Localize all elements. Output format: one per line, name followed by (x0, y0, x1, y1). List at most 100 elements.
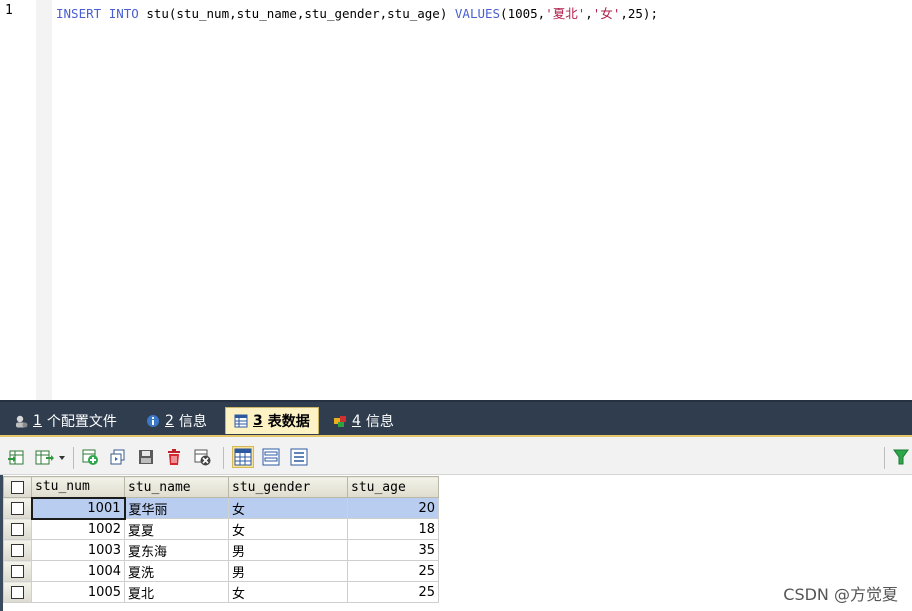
cell-stu-num[interactable]: 1002 (31, 518, 125, 540)
cell-stu-age[interactable]: 25 (347, 560, 439, 582)
tab-table-data-label: 表数据 (267, 414, 310, 430)
tab-messages[interactable]: 2 信息 (138, 407, 215, 434)
duplicate-row-icon (110, 449, 125, 465)
sql-code-line[interactable]: INSERT INTO stu(stu_num,stu_name,stu_gen… (56, 3, 658, 22)
cell-stu-name[interactable]: 夏洗 (124, 560, 229, 582)
sql-comma: , (585, 6, 593, 21)
cell-stu-num[interactable]: 1001 (30, 496, 126, 520)
keyword-insert: INSERT (56, 6, 102, 21)
table-row[interactable]: 1001 夏华丽 女 20 (3, 496, 439, 520)
cell-stu-age[interactable]: 20 (347, 497, 439, 519)
export-button[interactable] (5, 446, 27, 468)
row-checkbox[interactable] (3, 581, 32, 603)
filter-icon (893, 449, 909, 465)
sql-values-close: ,25); (620, 6, 658, 21)
save-button[interactable] (135, 446, 157, 468)
column-header-stu-gender[interactable]: stu_gender (228, 476, 348, 498)
sql-target: stu(stu_num,stu_name,stu_gender,stu_age) (146, 6, 448, 21)
cell-stu-name[interactable]: 夏北 (124, 581, 229, 603)
keyword-into: INTO (108, 6, 139, 21)
row-checkbox[interactable] (3, 518, 32, 540)
table-row[interactable]: 1003 夏东海 男 35 (3, 539, 439, 561)
tab-profile-number: 1 (33, 412, 42, 429)
text-view-button[interactable] (288, 446, 310, 468)
checkbox-icon (11, 480, 24, 494)
form-view-button[interactable] (260, 446, 282, 468)
tab-info-number: 4 (352, 412, 361, 429)
info-icon (147, 414, 159, 427)
checkbox-icon (11, 564, 24, 578)
table-row[interactable]: 1004 夏洗 男 25 (3, 560, 439, 582)
cell-stu-gender[interactable]: 女 (228, 518, 348, 540)
add-row-icon (82, 449, 98, 465)
tab-table-data[interactable]: 3 表数据 (225, 407, 319, 434)
duplicate-row-button[interactable] (107, 446, 129, 468)
grid-view-button[interactable] (232, 446, 254, 468)
cancel-changes-button[interactable] (191, 446, 213, 468)
cell-stu-num[interactable]: 1005 (31, 581, 125, 603)
sql-values-open: (1005, (500, 6, 546, 21)
info-colored-icon (334, 415, 346, 427)
column-header-stu-name[interactable]: stu_name (124, 476, 229, 498)
tab-profile-label: 个配置文件 (46, 413, 117, 430)
form-view-icon (262, 448, 280, 466)
toolbar-separator (884, 447, 885, 469)
tab-messages-label: 信息 (178, 413, 207, 430)
cell-stu-gender[interactable]: 男 (228, 539, 348, 561)
toolbar-separator (73, 447, 74, 469)
row-checkbox[interactable] (3, 539, 32, 561)
cell-stu-gender[interactable]: 女 (228, 497, 348, 519)
sql-string-gender: '女' (592, 6, 621, 21)
table-data-icon (234, 414, 248, 428)
tab-profile[interactable]: 1 个配置文件 (6, 407, 125, 434)
trash-icon (168, 449, 180, 465)
column-header-stu-age[interactable]: stu_age (347, 476, 439, 498)
toolbar-separator (223, 447, 224, 469)
keyword-values: VALUES (454, 6, 501, 21)
filter-button[interactable] (892, 446, 910, 468)
cancel-changes-icon (194, 449, 211, 466)
table-row[interactable]: 1002 夏夏 女 18 (3, 518, 439, 540)
checkbox-icon (11, 543, 24, 557)
delete-row-button[interactable] (163, 446, 185, 468)
import-icon (35, 450, 65, 465)
row-checkbox[interactable] (3, 560, 32, 582)
column-header-stu-num[interactable]: stu_num (31, 476, 125, 498)
watermark: CSDN @方觉夏 (783, 585, 898, 604)
cell-stu-gender[interactable]: 女 (228, 581, 348, 603)
cell-stu-name[interactable]: 夏华丽 (124, 497, 229, 519)
row-checkbox[interactable] (3, 497, 32, 519)
checkbox-icon (11, 522, 24, 536)
tab-info[interactable]: 4 信息 (325, 407, 402, 434)
line-number-gutter: 1 (0, 0, 37, 400)
fold-margin (36, 0, 52, 400)
grid-header-row: stu_num stu_name stu_gender stu_age (3, 476, 439, 498)
cell-stu-name[interactable]: 夏东海 (124, 539, 229, 561)
grid-view-icon (234, 448, 252, 466)
import-dropdown-button[interactable] (33, 446, 69, 468)
tab-messages-number: 2 (165, 412, 174, 429)
add-row-button[interactable] (79, 446, 101, 468)
profile-icon (16, 415, 28, 427)
line-number: 1 (5, 3, 13, 18)
table-row[interactable]: 1005 夏北 女 25 (3, 581, 439, 603)
save-icon (139, 450, 153, 464)
export-icon (8, 450, 24, 465)
cell-stu-num[interactable]: 1004 (31, 560, 125, 582)
select-all-checkbox[interactable] (3, 476, 32, 498)
cell-stu-age[interactable]: 18 (347, 518, 439, 540)
checkbox-icon (11, 585, 24, 599)
tab-table-data-number: 3 (253, 413, 263, 429)
checkbox-icon (10, 501, 24, 515)
cell-stu-age[interactable]: 35 (347, 539, 439, 561)
result-toolbar (0, 435, 912, 475)
result-grid: stu_num stu_name stu_gender stu_age 1001… (3, 476, 439, 603)
tab-info-label: 信息 (365, 413, 394, 430)
cell-stu-gender[interactable]: 男 (228, 560, 348, 582)
cell-stu-num[interactable]: 1003 (31, 539, 125, 561)
sql-editor[interactable]: 1 INSERT INTO stu(stu_num,stu_name,stu_g… (0, 0, 912, 400)
cell-stu-age[interactable]: 25 (347, 581, 439, 603)
sql-string-name: '夏北' (545, 6, 586, 21)
text-view-icon (290, 448, 308, 466)
cell-stu-name[interactable]: 夏夏 (124, 518, 229, 540)
